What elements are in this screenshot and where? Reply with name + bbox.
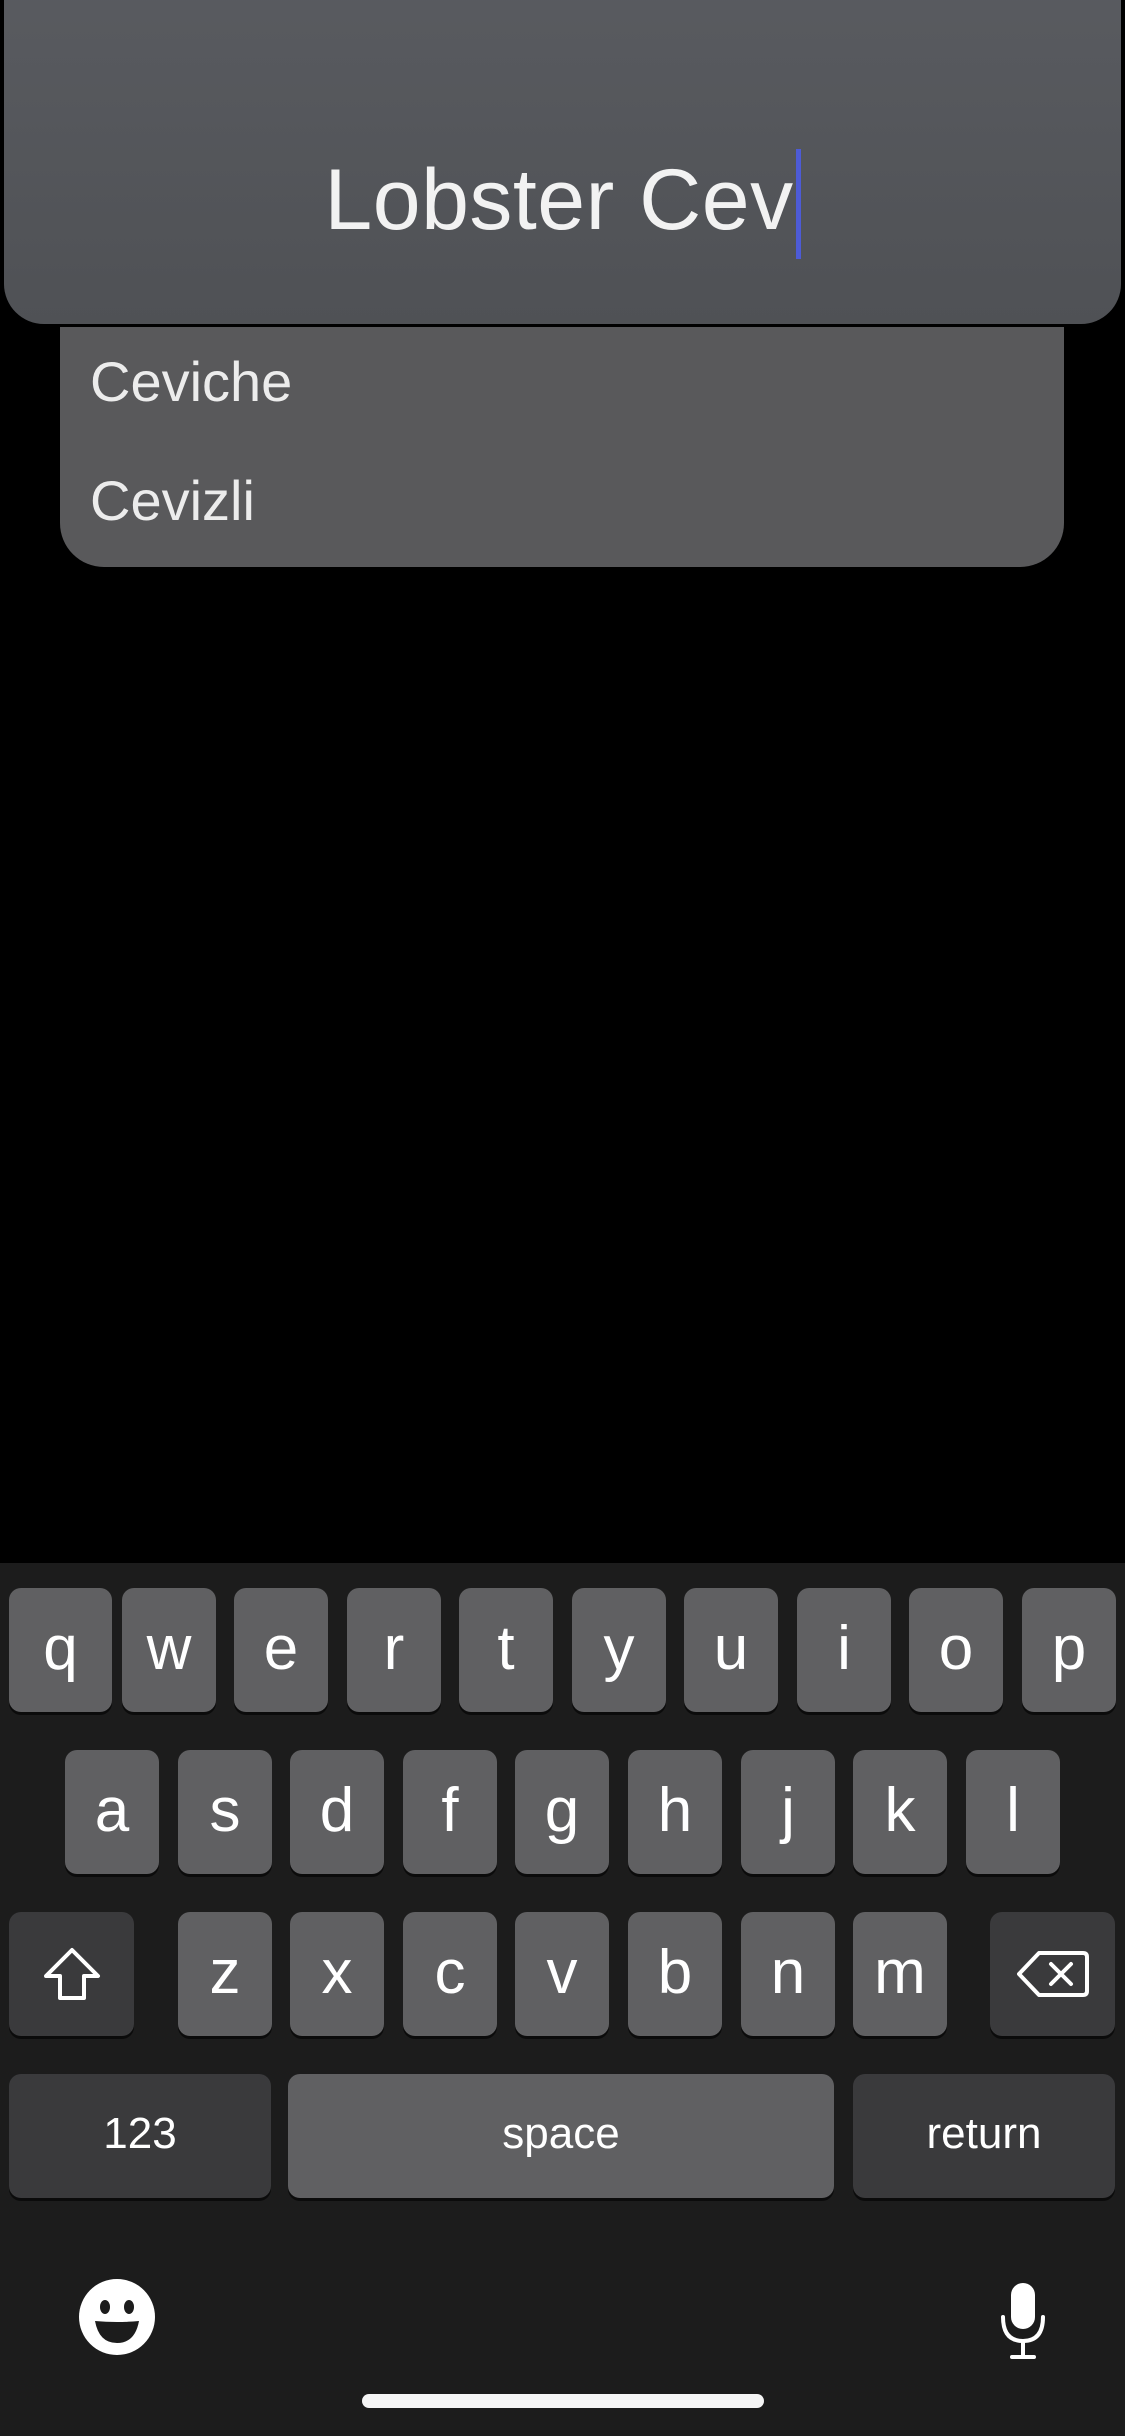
key-e[interactable]: e (234, 1588, 328, 1712)
key-k[interactable]: k (853, 1750, 947, 1874)
microphone-button[interactable] (998, 2280, 1048, 2362)
key-w[interactable]: w (122, 1588, 216, 1712)
key-o[interactable]: o (909, 1588, 1003, 1712)
key-v[interactable]: v (515, 1912, 609, 2036)
key-b[interactable]: b (628, 1912, 722, 2036)
suggestions-dropdown: Ceviche Cevizli (60, 327, 1064, 567)
key-y[interactable]: y (572, 1588, 666, 1712)
key-z[interactable]: z (178, 1912, 272, 2036)
key-h[interactable]: h (628, 1750, 722, 1874)
key-r[interactable]: r (347, 1588, 441, 1712)
key-g[interactable]: g (515, 1750, 609, 1874)
key-a[interactable]: a (65, 1750, 159, 1874)
key-j[interactable]: j (741, 1750, 835, 1874)
key-m[interactable]: m (853, 1912, 947, 2036)
text-caret (795, 149, 801, 259)
emoji-icon (79, 2279, 155, 2355)
key-x[interactable]: x (290, 1912, 384, 2036)
microphone-icon (1001, 2283, 1045, 2359)
suggestion-item-ceviche[interactable]: Ceviche (90, 327, 1044, 437)
key-t[interactable]: t (459, 1588, 553, 1712)
emoji-button[interactable] (76, 2276, 158, 2358)
key-s[interactable]: s (178, 1750, 272, 1874)
key-d[interactable]: d (290, 1750, 384, 1874)
home-indicator[interactable] (362, 2394, 764, 2408)
suggestion-item-cevizli[interactable]: Cevizli (90, 446, 1044, 556)
key-l[interactable]: l (966, 1750, 1060, 1874)
search-card: Lobster Cev (4, 0, 1121, 324)
shift-icon (43, 1948, 100, 2000)
key-n[interactable]: n (741, 1912, 835, 2036)
numbers-key[interactable]: 123 (9, 2074, 271, 2198)
key-i[interactable]: i (797, 1588, 891, 1712)
key-u[interactable]: u (684, 1588, 778, 1712)
delete-key[interactable] (990, 1912, 1115, 2036)
search-input[interactable]: Lobster Cev (4, 145, 1121, 259)
delete-icon (1016, 1951, 1089, 1997)
return-key[interactable]: return (853, 2074, 1115, 2198)
space-key[interactable]: space (288, 2074, 834, 2198)
key-f[interactable]: f (403, 1750, 497, 1874)
key-p[interactable]: p (1022, 1588, 1116, 1712)
key-q[interactable]: q (9, 1588, 112, 1712)
search-input-value: Lobster Cev (324, 151, 794, 248)
key-c[interactable]: c (403, 1912, 497, 2036)
shift-key[interactable] (9, 1912, 134, 2036)
